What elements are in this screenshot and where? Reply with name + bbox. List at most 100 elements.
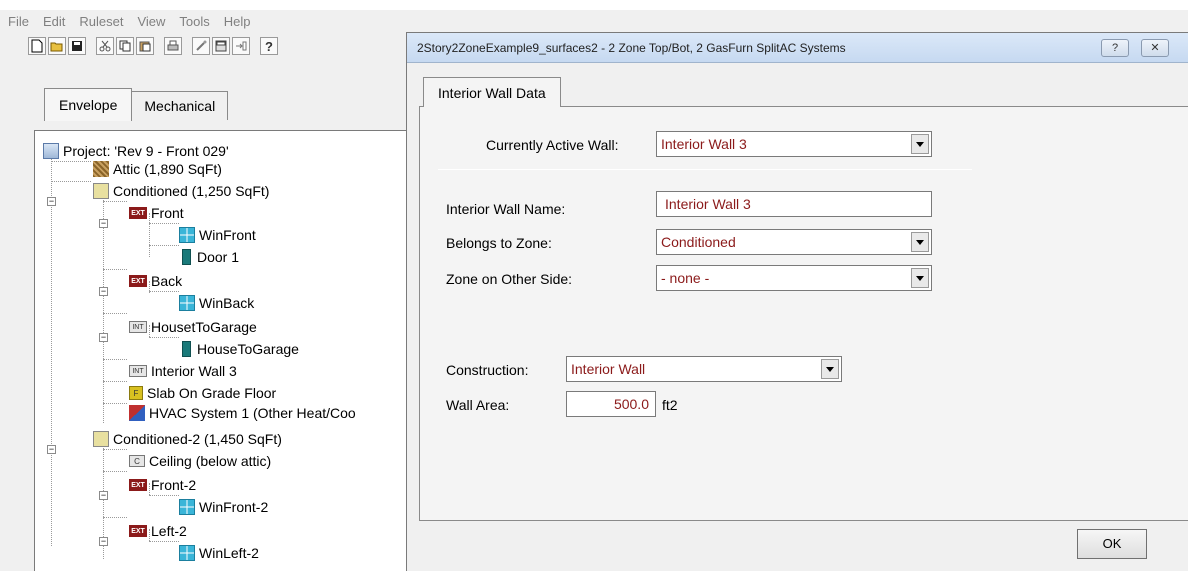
zone-value: Conditioned (661, 234, 736, 250)
toolbar: ? (0, 32, 420, 60)
tree-item-project[interactable]: Project: 'Rev 9 - Front 029' (43, 141, 229, 161)
tab-mechanical[interactable]: Mechanical (131, 91, 229, 120)
tree-item-front[interactable]: EXT Front (129, 203, 184, 223)
tree-item-back[interactable]: EXT Back (129, 271, 182, 291)
chevron-down-icon[interactable] (911, 134, 929, 154)
tree-item-label: Ceiling (below attic) (149, 453, 272, 469)
tree-item-front-2[interactable]: EXT Front-2 (129, 475, 196, 495)
ceiling-icon: C (129, 455, 145, 467)
calculator-icon[interactable] (212, 37, 230, 55)
tree-item-label: Back (151, 273, 183, 289)
tree-item-label: Front-2 (151, 477, 197, 493)
wall-area-label: Wall Area: (446, 397, 510, 413)
expander-left-2[interactable]: − (99, 537, 108, 546)
tree-item-housetogarage-door[interactable]: HouseToGarage (179, 339, 299, 359)
chevron-down-icon[interactable] (821, 359, 839, 379)
tree-item-label: Slab On Grade Floor (147, 385, 277, 401)
wizard-icon[interactable] (192, 37, 210, 55)
ok-button[interactable]: OK (1077, 529, 1147, 559)
tab-envelope[interactable]: Envelope (44, 88, 133, 121)
expander-front[interactable]: − (99, 219, 108, 228)
tree-item-label: HouseToGarage (197, 341, 299, 357)
tree-item-left-2[interactable]: EXT Left-2 (129, 521, 187, 541)
dialog-titlebar: 2Story2ZoneExample9_surfaces2 - 2 Zone T… (407, 33, 1188, 63)
tree-item-conditioned[interactable]: Conditioned (1,250 SqFt) (93, 181, 269, 201)
print-icon[interactable] (164, 37, 182, 55)
construction-select[interactable]: Interior Wall (566, 356, 842, 382)
tree-item-label: Conditioned (1,250 SqFt) (113, 183, 270, 199)
close-button[interactable]: ✕ (1141, 39, 1169, 57)
zone-label: Belongs to Zone: (446, 235, 552, 251)
help-icon[interactable]: ? (260, 37, 278, 55)
tree-item-door-1[interactable]: Door 1 (179, 247, 239, 267)
tree-item-label: Conditioned-2 (1,450 SqFt) (113, 431, 282, 447)
save-icon[interactable] (68, 37, 86, 55)
attic-icon (93, 161, 109, 177)
tree-item-attic[interactable]: Attic (1,890 SqFt) (93, 159, 222, 179)
tree-item-slab[interactable]: F Slab On Grade Floor (129, 383, 276, 403)
expander-conditioned-2[interactable]: − (47, 445, 56, 454)
slab-floor-icon: F (129, 386, 143, 400)
window-icon (179, 545, 195, 561)
export-icon[interactable] (232, 37, 250, 55)
new-file-icon[interactable] (28, 37, 46, 55)
tree-item-hvac[interactable]: HVAC System 1 (Other Heat/Coo (129, 403, 356, 423)
menu-ruleset[interactable]: Ruleset (79, 14, 123, 29)
expander-front-2[interactable]: − (99, 491, 108, 500)
tree-item-label: WinFront-2 (199, 499, 269, 515)
tree-item-label: Door 1 (197, 249, 240, 265)
tree-item-winback[interactable]: WinBack (179, 293, 254, 313)
tree-item-ceiling[interactable]: C Ceiling (below attic) (129, 451, 271, 471)
wall-name-label: Interior Wall Name: (446, 201, 566, 217)
tree-item-winfront-2[interactable]: WinFront-2 (179, 497, 268, 517)
menu-help[interactable]: Help (224, 14, 251, 29)
tree-item-label: HVAC System 1 (Other Heat/Coo (149, 405, 356, 421)
interior-wall-icon: INT (129, 321, 147, 333)
menu-bar: File Edit Ruleset View Tools Help (0, 10, 1188, 32)
door-icon (182, 341, 191, 357)
zone-icon (93, 183, 109, 199)
chevron-down-icon[interactable] (911, 232, 929, 252)
exterior-wall-icon: EXT (129, 207, 147, 219)
tree-item-conditioned-2[interactable]: Conditioned-2 (1,450 SqFt) (93, 429, 282, 449)
wall-area-field[interactable]: 500.0 (566, 391, 656, 417)
wall-area-unit: ft2 (662, 397, 678, 413)
tree-item-winleft-2[interactable]: WinLeft-2 (179, 543, 259, 563)
active-wall-select[interactable]: Interior Wall 3 (656, 131, 932, 157)
wall-name-field[interactable]: Interior Wall 3 (656, 191, 932, 217)
tab-interior-wall-data[interactable]: Interior Wall Data (423, 77, 561, 107)
paste-icon[interactable] (136, 37, 154, 55)
zone-icon (93, 431, 109, 447)
other-side-select[interactable]: - none - (656, 265, 932, 291)
tree-item-label: Project: 'Rev 9 - Front 029' (63, 143, 229, 159)
tree-item-label: WinBack (199, 295, 255, 311)
zone-select[interactable]: Conditioned (656, 229, 932, 255)
building-tree: − − − − − − − Project: 'Rev 9 - Front 02… (34, 130, 420, 571)
menu-file[interactable]: File (8, 14, 29, 29)
cut-icon[interactable] (96, 37, 114, 55)
tree-item-label: Left-2 (151, 523, 187, 539)
tree-item-label: WinFront (199, 227, 256, 243)
copy-icon[interactable] (116, 37, 134, 55)
menu-edit[interactable]: Edit (43, 14, 65, 29)
exterior-wall-icon: EXT (129, 525, 147, 537)
help-button[interactable]: ? (1101, 39, 1129, 57)
construction-value: Interior Wall (571, 361, 646, 377)
tree-item-interior-wall-3[interactable]: INT Interior Wall 3 (129, 361, 237, 381)
open-folder-icon[interactable] (48, 37, 66, 55)
hvac-system-icon (129, 405, 145, 421)
tree-item-label: Attic (1,890 SqFt) (113, 161, 222, 177)
tree-item-housettogarage[interactable]: INT HousetToGarage (129, 317, 257, 337)
active-wall-label: Currently Active Wall: (486, 137, 619, 153)
menu-view[interactable]: View (137, 14, 165, 29)
menu-tools[interactable]: Tools (179, 14, 209, 29)
other-side-value: - none - (661, 270, 710, 286)
interior-wall-icon: INT (129, 365, 147, 377)
tree-item-winfront[interactable]: WinFront (179, 225, 256, 245)
envelope-pane: Envelope Mechanical − − − − − − − Projec… (0, 60, 420, 571)
chevron-down-icon[interactable] (911, 268, 929, 288)
expander-housettogarage[interactable]: − (99, 333, 108, 342)
tree-item-label: HousetToGarage (151, 319, 257, 335)
expander-conditioned[interactable]: − (47, 197, 56, 206)
expander-back[interactable]: − (99, 287, 108, 296)
